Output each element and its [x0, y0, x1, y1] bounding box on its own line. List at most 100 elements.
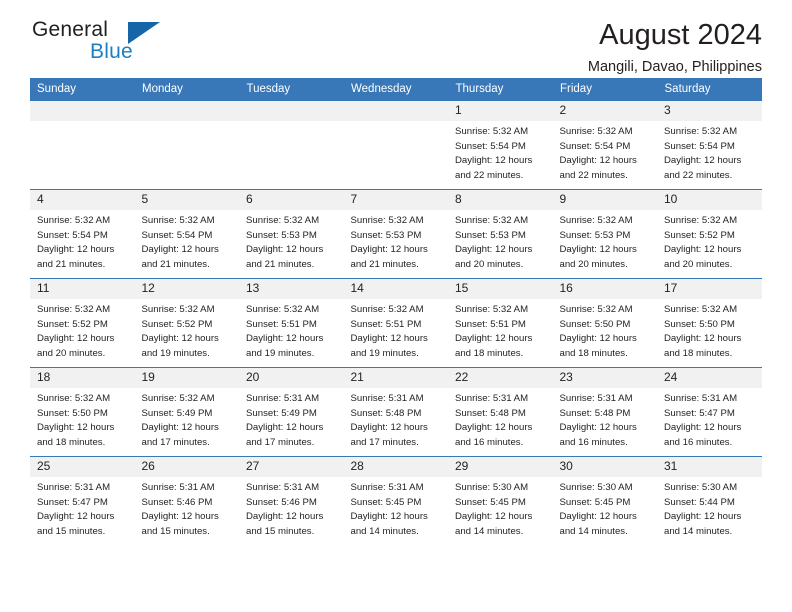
- general-blue-logo[interactable]: General Blue: [30, 18, 180, 70]
- calendar-day-cell[interactable]: 18 Sunrise: 5:32 AM Sunset: 5:50 PM Dayligh…: [30, 367, 135, 457]
- sun-info: Sunrise: 5:32 AM Sunset: 5:54 PM Daylight:…: [30, 210, 135, 272]
- daylight-text-line2: and 18 minutes.: [559, 347, 628, 359]
- sunrise-text: Sunrise: 5:32 AM: [455, 126, 529, 137]
- daylight-text-line1: Daylight: 12 hours: [664, 333, 742, 345]
- sun-info: Sunrise: 5:32 AM Sunset: 5:51 PM Daylight:…: [448, 299, 553, 361]
- calendar-page: General Blue August 2024 Mangili, Davao,…: [0, 0, 792, 612]
- sunrise-text: Sunrise: 5:32 AM: [37, 393, 111, 404]
- daylight-text-line2: and 22 minutes.: [455, 169, 524, 181]
- calendar-day-cell[interactable]: 30 Sunrise: 5:30 AM Sunset: 5:45 PM Dayligh…: [552, 456, 658, 546]
- day-number: 15: [448, 279, 553, 299]
- daylight-text-line1: Daylight: 12 hours: [141, 244, 219, 256]
- calendar-day-cell[interactable]: 19 Sunrise: 5:32 AM Sunset: 5:49 PM Dayligh…: [134, 367, 239, 457]
- calendar-day-cell[interactable]: 20 Sunrise: 5:31 AM Sunset: 5:49 PM Dayligh…: [239, 367, 344, 457]
- daylight-text-line1: Daylight: 12 hours: [350, 333, 428, 345]
- sunset-text: Sunset: 5:51 PM: [455, 318, 526, 330]
- sunset-text: Sunset: 5:48 PM: [559, 407, 631, 419]
- calendar-day-cell[interactable]: 31 Sunrise: 5:30 AM Sunset: 5:44 PM Dayligh…: [657, 456, 762, 546]
- sun-info: Sunrise: 5:31 AM Sunset: 5:46 PM Daylight:…: [135, 477, 240, 539]
- daylight-text-line2: and 18 minutes.: [664, 347, 733, 359]
- sun-info: Sunrise: 5:32 AM Sunset: 5:52 PM Daylight:…: [657, 210, 762, 272]
- sunrise-text: Sunrise: 5:32 AM: [559, 126, 633, 137]
- calendar-day-cell[interactable]: 6 Sunrise: 5:32 AM Sunset: 5:53 PM Daylight…: [239, 189, 344, 279]
- daylight-text-line1: Daylight: 12 hours: [455, 422, 533, 434]
- sun-info: Sunrise: 5:31 AM Sunset: 5:46 PM Daylight:…: [239, 477, 344, 539]
- calendar-day-cell[interactable]: 17 Sunrise: 5:32 AM Sunset: 5:50 PM Dayligh…: [657, 278, 762, 368]
- calendar-day-cell[interactable]: 8 Sunrise: 5:32 AM Sunset: 5:53 PM Daylight…: [448, 189, 553, 279]
- calendar-day-cell[interactable]: 7 Sunrise: 5:32 AM Sunset: 5:53 PM Daylight…: [343, 189, 448, 279]
- day-number: 6: [239, 190, 344, 210]
- daylight-text-line2: and 20 minutes.: [664, 258, 733, 270]
- daylight-text-line2: and 14 minutes.: [350, 525, 419, 537]
- day-number: 16: [552, 279, 657, 299]
- daylight-text-line2: and 22 minutes.: [559, 169, 628, 181]
- day-number: 1: [448, 101, 553, 121]
- daylight-text-line2: and 19 minutes.: [246, 347, 315, 359]
- sunrise-text: Sunrise: 5:32 AM: [664, 304, 738, 315]
- sun-info: Sunrise: 5:32 AM Sunset: 5:54 PM Daylight:…: [553, 121, 658, 183]
- daylight-text-line2: and 20 minutes.: [455, 258, 524, 270]
- sunset-text: Sunset: 5:54 PM: [664, 140, 735, 152]
- day-number: 5: [134, 190, 239, 210]
- sun-info: Sunrise: 5:31 AM Sunset: 5:48 PM Daylight:…: [553, 388, 658, 450]
- calendar-day-cell[interactable]: 5 Sunrise: 5:32 AM Sunset: 5:54 PM Daylight…: [134, 189, 239, 279]
- calendar-day-cell[interactable]: 23 Sunrise: 5:31 AM Sunset: 5:48 PM Dayligh…: [552, 367, 658, 457]
- sun-info: Sunrise: 5:30 AM Sunset: 5:45 PM Daylight:…: [553, 477, 658, 539]
- sunset-text: Sunset: 5:53 PM: [455, 229, 526, 241]
- calendar-day-cell[interactable]: 12 Sunrise: 5:32 AM Sunset: 5:52 PM Dayligh…: [134, 278, 240, 368]
- calendar-day-cell[interactable]: 26 Sunrise: 5:31 AM Sunset: 5:46 PM Dayligh…: [134, 456, 240, 546]
- day-number: 2: [552, 101, 657, 121]
- calendar-day-cell[interactable]: 2 Sunrise: 5:32 AM Sunset: 5:54 PM Daylight…: [552, 100, 658, 190]
- daylight-text-line2: and 19 minutes.: [141, 347, 210, 359]
- calendar-day-cell[interactable]: 22 Sunrise: 5:31 AM Sunset: 5:48 PM Dayligh…: [448, 367, 553, 457]
- calendar-day-cell[interactable]: 27 Sunrise: 5:31 AM Sunset: 5:46 PM Dayligh…: [239, 456, 344, 546]
- calendar-day-cell[interactable]: 13 Sunrise: 5:32 AM Sunset: 5:51 PM Dayligh…: [239, 278, 344, 368]
- calendar-week-row: 1 Sunrise: 5:32 AM Sunset: 5:54 PM Daylight…: [30, 100, 762, 190]
- calendar-day-cell[interactable]: 9 Sunrise: 5:32 AM Sunset: 5:53 PM Daylight…: [552, 189, 657, 279]
- calendar-day-cell[interactable]: 29 Sunrise: 5:30 AM Sunset: 5:45 PM Dayligh…: [448, 456, 553, 546]
- daylight-text-line2: and 14 minutes.: [664, 525, 733, 537]
- weekday-header-thursday: Thursday: [448, 78, 553, 101]
- sunrise-text: Sunrise: 5:31 AM: [246, 393, 320, 404]
- calendar-day-cell[interactable]: 16 Sunrise: 5:32 AM Sunset: 5:50 PM Dayligh…: [552, 278, 657, 368]
- calendar-week-row: 11 Sunrise: 5:32 AM Sunset: 5:52 PM Dayligh…: [30, 278, 762, 368]
- day-number: 9: [552, 190, 657, 210]
- sunset-text: Sunset: 5:51 PM: [246, 318, 317, 330]
- sun-info: Sunrise: 5:32 AM Sunset: 5:50 PM Daylight:…: [657, 299, 762, 361]
- calendar-day-cell[interactable]: 4 Sunrise: 5:32 AM Sunset: 5:54 PM Daylight…: [30, 189, 135, 279]
- weekday-header-saturday: Saturday: [657, 78, 762, 101]
- sunset-text: Sunset: 5:54 PM: [455, 140, 526, 152]
- calendar-day-cell[interactable]: 1 Sunrise: 5:32 AM Sunset: 5:54 PM Daylight…: [448, 100, 553, 190]
- day-number: 12: [134, 279, 239, 299]
- calendar-day-cell[interactable]: 24 Sunrise: 5:31 AM Sunset: 5:47 PM Dayligh…: [657, 367, 762, 457]
- sun-info: Sunrise: 5:31 AM Sunset: 5:48 PM Daylight:…: [448, 388, 553, 450]
- daylight-text-line1: Daylight: 12 hours: [559, 244, 637, 256]
- calendar-day-cell[interactable]: 21 Sunrise: 5:31 AM Sunset: 5:48 PM Dayligh…: [343, 367, 448, 457]
- daylight-text-line1: Daylight: 12 hours: [350, 244, 428, 256]
- calendar-day-cell[interactable]: 10 Sunrise: 5:32 AM Sunset: 5:52 PM Dayligh…: [657, 189, 762, 279]
- calendar-day-cell[interactable]: 11 Sunrise: 5:32 AM Sunset: 5:52 PM Dayligh…: [30, 278, 135, 368]
- sunrise-text: Sunrise: 5:32 AM: [141, 304, 215, 315]
- calendar-day-cell[interactable]: 25 Sunrise: 5:31 AM Sunset: 5:47 PM Dayligh…: [30, 456, 135, 546]
- daylight-text-line2: and 16 minutes.: [664, 436, 733, 448]
- sunrise-text: Sunrise: 5:32 AM: [455, 304, 529, 315]
- sunrise-text: Sunrise: 5:31 AM: [350, 393, 424, 404]
- sunrise-text: Sunrise: 5:31 AM: [559, 393, 633, 404]
- sunrise-text: Sunrise: 5:32 AM: [559, 215, 633, 226]
- sun-info: Sunrise: 5:32 AM Sunset: 5:52 PM Daylight:…: [135, 299, 240, 361]
- daylight-text-line2: and 20 minutes.: [37, 347, 106, 359]
- calendar-day-cell[interactable]: 3 Sunrise: 5:32 AM Sunset: 5:54 PM Daylight…: [657, 100, 762, 190]
- daylight-text-line2: and 21 minutes.: [246, 258, 315, 270]
- day-number: [30, 101, 135, 121]
- daylight-text-line2: and 17 minutes.: [350, 436, 419, 448]
- daylight-text-line1: Daylight: 12 hours: [664, 511, 742, 523]
- calendar-day-cell[interactable]: 14 Sunrise: 5:32 AM Sunset: 5:51 PM Dayligh…: [343, 278, 448, 368]
- sunrise-text: Sunrise: 5:32 AM: [246, 215, 320, 226]
- sunrise-text: Sunrise: 5:32 AM: [37, 215, 111, 226]
- daylight-text-line2: and 18 minutes.: [37, 436, 106, 448]
- calendar-day-cell[interactable]: 15 Sunrise: 5:32 AM Sunset: 5:51 PM Dayligh…: [448, 278, 553, 368]
- calendar-day-cell[interactable]: 28 Sunrise: 5:31 AM Sunset: 5:45 PM Dayligh…: [343, 456, 448, 546]
- sun-info: Sunrise: 5:32 AM Sunset: 5:53 PM Daylight:…: [239, 210, 344, 272]
- daylight-text-line1: Daylight: 12 hours: [141, 422, 219, 434]
- sunset-text: Sunset: 5:45 PM: [559, 496, 631, 508]
